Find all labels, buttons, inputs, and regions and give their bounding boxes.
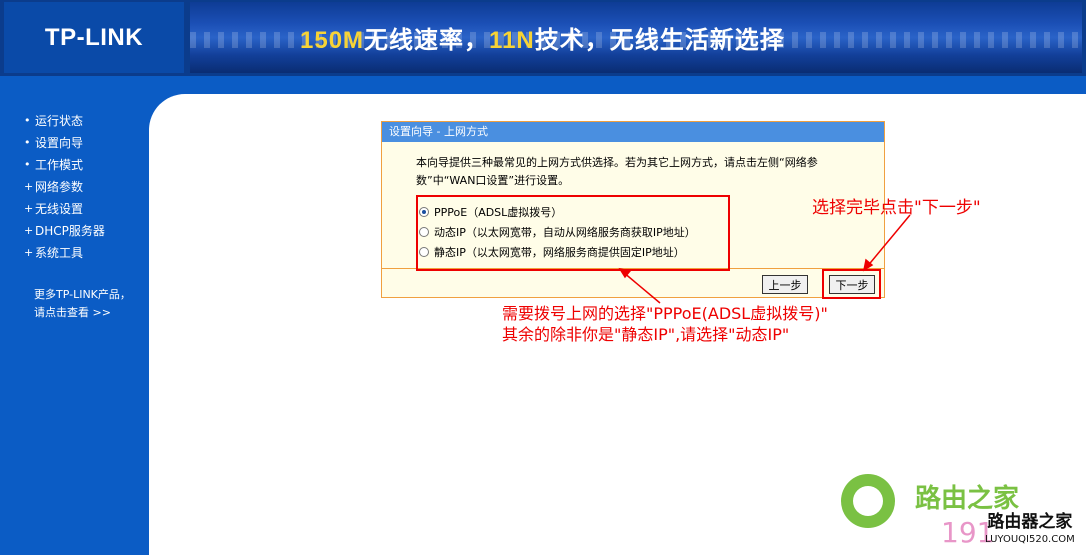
- header-bottom-strip: [0, 76, 1086, 94]
- sidebar-item-system-tools[interactable]: + 系统工具: [24, 242, 105, 264]
- bullet-icon: •: [24, 114, 31, 127]
- sidebar-item-label: DHCP服务器: [35, 224, 105, 238]
- header: TP-LINK 150M无线速率，11N技术，无线生活新选择: [0, 0, 1086, 76]
- wizard-title: 设置向导 - 上网方式: [382, 122, 884, 142]
- tp-link-logo: TP-LINK: [4, 2, 184, 73]
- sidebar-item-dhcp[interactable]: + DHCP服务器: [24, 220, 105, 242]
- banner-highlight-3: 11N: [489, 27, 535, 54]
- sidebar-item-status[interactable]: • 运行状态: [24, 110, 105, 132]
- banner-text-4: 技术，无线生活新选择: [534, 27, 785, 54]
- sidebar-item-label: 运行状态: [35, 114, 84, 128]
- banner: 150M无线速率，11N技术，无线生活新选择: [190, 2, 1082, 73]
- plus-icon: +: [24, 202, 34, 215]
- watermark-small-title: 路由器之家: [987, 512, 1073, 532]
- annotation-line2: 其余的除非你是"静态IP",请选择"动态IP": [502, 325, 790, 344]
- plus-icon: +: [24, 224, 34, 237]
- plus-icon: +: [24, 180, 34, 193]
- annotation-line1: 需要拨号上网的选择"PPPoE(ADSL虚拟拨号)": [502, 304, 828, 323]
- plus-icon: +: [24, 246, 34, 259]
- sidebar-item-label: 无线设置: [35, 202, 84, 216]
- bullet-icon: •: [24, 136, 31, 149]
- annotation-choice-hint: 需要拨号上网的选择"PPPoE(ADSL虚拟拨号)" 其余的除非你是"静态IP"…: [502, 303, 828, 345]
- sidebar-item-label: 设置向导: [35, 136, 84, 150]
- sidebar-item-setup-wizard[interactable]: • 设置向导: [24, 132, 105, 154]
- sidebar-item-network[interactable]: + 网络参数: [24, 176, 105, 198]
- banner-text-2: 无线速率，: [364, 27, 490, 54]
- logo-text: TP-LINK: [44, 23, 144, 51]
- banner-highlight-1: 150M: [300, 27, 365, 54]
- sidebar-item-wireless[interactable]: + 无线设置: [24, 198, 105, 220]
- options-highlight-box: [416, 195, 730, 271]
- more-products-link[interactable]: 更多TP-LINK产品， 请点击查看 >>: [34, 286, 131, 322]
- more-products-line2: 请点击查看 >>: [34, 306, 111, 319]
- wizard-footer: 上一步 下一步: [382, 268, 884, 297]
- wizard-description: 本向导提供三种最常见的上网方式供选择。若为其它上网方式，请点击左侧“网络参数”中…: [416, 156, 818, 187]
- sidebar-item-work-mode[interactable]: • 工作模式: [24, 154, 105, 176]
- sidebar-item-label: 工作模式: [35, 158, 84, 172]
- sidebar-menu: • 运行状态 • 设置向导 • 工作模式 + 网络参数 + 无线设置 + DHCP服务器 +…: [24, 110, 105, 264]
- banner-slogan: 150M无线速率，11N技术，无线生活新选择: [300, 20, 785, 55]
- watermark-logo-icon: [841, 474, 895, 528]
- more-products-line1: 更多TP-LINK产品，: [34, 288, 131, 301]
- watermark-small-logo: 路由器之家 LUYOUQI520.COM: [985, 513, 1075, 549]
- annotation-next-hint: 选择完毕点击"下一步": [812, 198, 981, 218]
- bullet-icon: •: [24, 158, 31, 171]
- next-button-highlight-box: [822, 269, 881, 299]
- sidebar-item-label: 网络参数: [35, 180, 84, 194]
- prev-button[interactable]: 上一步: [762, 275, 808, 294]
- sidebar-item-label: 系统工具: [35, 246, 84, 260]
- watermark-small-url: LUYOUQI520.COM: [985, 534, 1075, 545]
- watermark-brand: 路由之家: [915, 484, 1020, 514]
